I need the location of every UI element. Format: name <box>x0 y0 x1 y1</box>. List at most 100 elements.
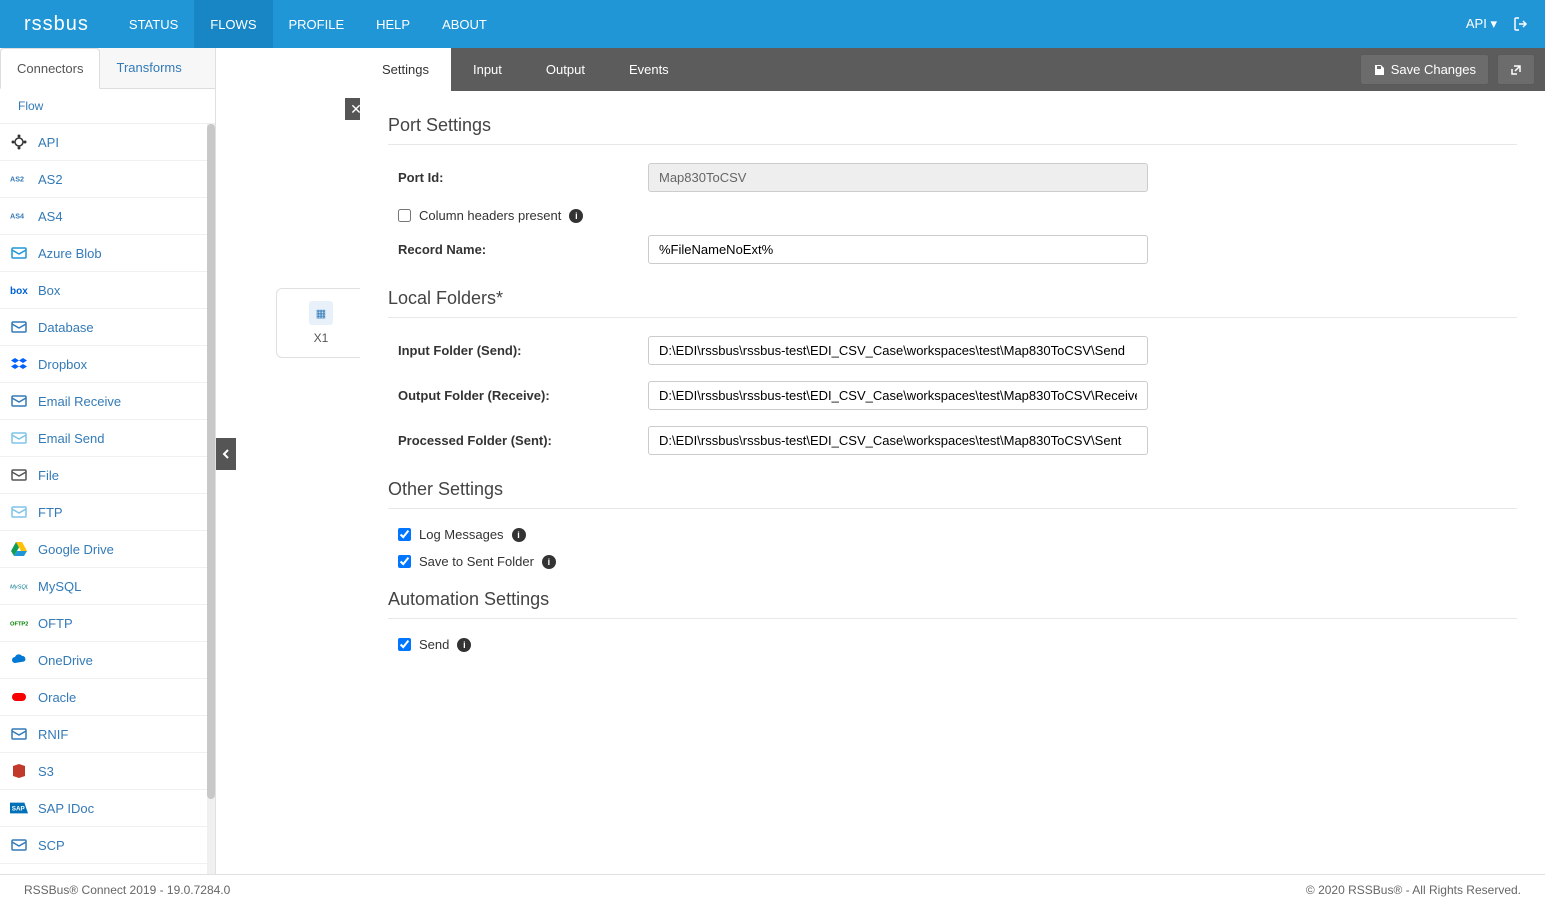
connector-label: File <box>38 468 59 483</box>
connector-database[interactable]: Database <box>0 309 215 346</box>
main-nav: STATUSFLOWSPROFILEHELPABOUT <box>113 0 503 48</box>
database-icon <box>10 318 28 336</box>
connector-email-receive[interactable]: Email Receive <box>0 383 215 420</box>
save-sent-label: Save to Sent Folder <box>419 554 534 569</box>
panel-tab-input[interactable]: Input <box>451 48 524 91</box>
connector-google-drive[interactable]: Google Drive <box>0 531 215 568</box>
connector-azure-blob[interactable]: Azure Blob <box>0 235 215 272</box>
connector-list: APIAS2AS2AS4AS4Azure BlobboxBoxDatabase D… <box>0 124 215 874</box>
ftp-icon <box>10 503 28 521</box>
app-header: rssbus STATUSFLOWSPROFILEHELPABOUT API ▾ <box>0 0 1545 48</box>
connector-api[interactable]: API <box>0 124 215 161</box>
panel-tab-settings[interactable]: Settings <box>360 48 451 91</box>
as4-icon: AS4 <box>10 207 28 225</box>
port-id-input <box>648 163 1148 192</box>
connector-label: Email Receive <box>38 394 121 409</box>
footer: RSSBus® Connect 2019 - 19.0.7284.0 © 202… <box>0 874 1545 904</box>
connector-label: S3 <box>38 764 54 779</box>
external-link-button[interactable] <box>1497 54 1535 85</box>
file-icon <box>10 466 28 484</box>
connector-label: Email Send <box>38 431 104 446</box>
output-folder-label: Output Folder (Receive): <box>388 388 648 403</box>
connector-scp[interactable]: SCP <box>0 827 215 864</box>
processed-folder-label: Processed Folder (Sent): <box>388 433 648 448</box>
section-automation-settings-title: Automation Settings <box>388 589 1517 619</box>
send-checkbox[interactable] <box>398 638 411 651</box>
connector-mysql[interactable]: MySQLMySQL <box>0 568 215 605</box>
connector-label: Google Drive <box>38 542 114 557</box>
save-icon <box>1373 64 1385 76</box>
info-icon[interactable]: i <box>512 528 526 542</box>
rnif-icon <box>10 725 28 743</box>
nav-flows[interactable]: FLOWS <box>194 0 272 48</box>
flow-label[interactable]: Flow <box>0 89 215 124</box>
connector-oracle[interactable]: Oracle <box>0 679 215 716</box>
log-messages-label: Log Messages <box>419 527 504 542</box>
svg-text:OFTP2: OFTP2 <box>10 621 28 627</box>
oftp-icon: OFTP2 <box>10 614 28 632</box>
save-sent-checkbox[interactable] <box>398 555 411 568</box>
send-label: Send <box>419 637 449 652</box>
connector-email-send[interactable]: Email Send <box>0 420 215 457</box>
info-icon[interactable]: i <box>542 555 556 569</box>
section-local-folders-title: Local Folders* <box>388 288 1517 318</box>
connector-file[interactable]: File <box>0 457 215 494</box>
connector-sftp[interactable]: SFTP <box>0 864 215 874</box>
column-headers-checkbox[interactable] <box>398 209 411 222</box>
save-changes-button[interactable]: Save Changes <box>1360 54 1489 85</box>
flow-canvas[interactable]: ▦ X1 ✕ SettingsInputOutputEvents Save Ch… <box>216 48 1545 874</box>
connector-label: Dropbox <box>38 357 87 372</box>
connector-ftp[interactable]: FTP <box>0 494 215 531</box>
sidebar-tab-connectors[interactable]: Connectors <box>0 48 100 89</box>
connector-label: OFTP <box>38 616 73 631</box>
connector-dropbox[interactable]: Dropbox <box>0 346 215 383</box>
api-dropdown[interactable]: API ▾ <box>1466 16 1497 32</box>
sidebar-tab-transforms[interactable]: Transforms <box>100 48 197 88</box>
svg-text:SAP: SAP <box>12 806 25 813</box>
record-name-input[interactable] <box>648 235 1148 264</box>
nav-about[interactable]: ABOUT <box>426 0 503 48</box>
connector-onedrive[interactable]: OneDrive <box>0 642 215 679</box>
connector-label: FTP <box>38 505 63 520</box>
input-folder-input[interactable] <box>648 336 1148 365</box>
input-folder-label: Input Folder (Send): <box>388 343 648 358</box>
logout-icon[interactable] <box>1513 16 1529 32</box>
scrollbar[interactable] <box>207 124 215 874</box>
api-icon <box>10 133 28 151</box>
processed-folder-input[interactable] <box>648 426 1148 455</box>
connector-as4[interactable]: AS4AS4 <box>0 198 215 235</box>
connector-label: Oracle <box>38 690 76 705</box>
port-id-label: Port Id: <box>388 170 648 185</box>
nav-help[interactable]: HELP <box>360 0 426 48</box>
mysql-icon: MySQL <box>10 577 28 595</box>
logo: rssbus <box>0 13 113 36</box>
sap-icon: SAP <box>10 799 28 817</box>
nav-status[interactable]: STATUS <box>113 0 194 48</box>
connector-box[interactable]: boxBox <box>0 272 215 309</box>
panel-tabs: SettingsInputOutputEvents <box>360 48 691 91</box>
connector-s3[interactable]: S3 <box>0 753 215 790</box>
connector-oftp[interactable]: OFTP2 OFTP <box>0 605 215 642</box>
panel-tab-output[interactable]: Output <box>524 48 607 91</box>
connector-rnif[interactable]: RNIF <box>0 716 215 753</box>
info-icon[interactable]: i <box>457 638 471 652</box>
s3-icon <box>10 762 28 780</box>
output-folder-input[interactable] <box>648 381 1148 410</box>
node-icon: ▦ <box>309 301 333 325</box>
column-headers-label: Column headers present <box>419 208 561 223</box>
dropbox-icon <box>10 355 28 373</box>
info-icon[interactable]: i <box>569 209 583 223</box>
node-label: X1 <box>314 331 329 345</box>
svg-text:box: box <box>10 286 28 296</box>
sidebar-collapse-button[interactable] <box>216 438 236 470</box>
connector-sap-idoc[interactable]: SAPSAP IDoc <box>0 790 215 827</box>
canvas-node[interactable]: ▦ X1 <box>276 288 366 358</box>
nav-profile[interactable]: PROFILE <box>273 0 361 48</box>
email-icon <box>10 392 28 410</box>
emailsend-icon <box>10 429 28 447</box>
panel-body: Port Settings Port Id: Column headers pr… <box>360 91 1545 874</box>
azure-icon <box>10 244 28 262</box>
panel-tab-events[interactable]: Events <box>607 48 691 91</box>
log-messages-checkbox[interactable] <box>398 528 411 541</box>
connector-as2[interactable]: AS2AS2 <box>0 161 215 198</box>
